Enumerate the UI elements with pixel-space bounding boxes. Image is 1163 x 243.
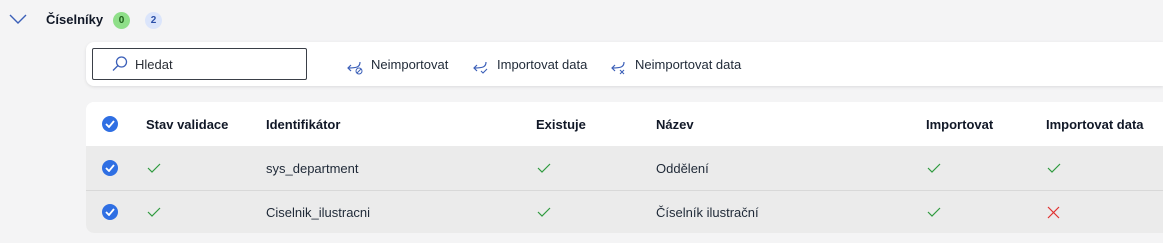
import-check-icon[interactable] xyxy=(927,163,941,173)
table-row[interactable]: Ciselnik_ilustracni Číselník ilustrační xyxy=(86,191,1163,233)
import-data-cross-icon[interactable] xyxy=(1047,206,1060,219)
import-data-label: Importovat data xyxy=(497,56,588,72)
import-data-button[interactable]: Importovat data xyxy=(471,54,587,74)
table-header-row: Stav validace Identifikátor Existuje Náz… xyxy=(86,102,1163,146)
data-table: Stav validace Identifikátor Existuje Náz… xyxy=(86,102,1163,233)
column-header-exists[interactable]: Existuje xyxy=(536,102,586,146)
skip-import-icon xyxy=(347,61,363,75)
toolbar: Neimportovat Importovat data Neimportova… xyxy=(86,42,1163,86)
exists-check-icon xyxy=(537,207,551,217)
row-checkbox[interactable] xyxy=(102,160,118,176)
check-icon xyxy=(105,208,115,216)
search-icon xyxy=(112,56,128,71)
validation-ok-icon xyxy=(147,163,161,173)
import-data-check-icon[interactable] xyxy=(1047,163,1061,173)
column-header-import[interactable]: Importovat xyxy=(926,102,993,146)
skip-import-data-icon xyxy=(611,61,625,75)
column-header-name[interactable]: Název xyxy=(656,102,694,146)
skip-import-data-button[interactable]: Neimportovat data xyxy=(609,54,742,75)
table-row[interactable]: sys_department Oddělení xyxy=(86,146,1163,191)
row-checkbox[interactable] xyxy=(102,204,118,220)
column-header-validation[interactable]: Stav validace xyxy=(146,102,228,146)
cell-name: Číselník ilustrační xyxy=(656,204,759,220)
import-data-icon xyxy=(473,61,488,74)
section-title: Číselníky xyxy=(46,12,104,27)
select-all-checkbox[interactable] xyxy=(102,116,118,132)
cell-identifier: Ciselnik_ilustracni xyxy=(266,204,371,220)
check-icon xyxy=(105,120,115,128)
section-header: Číselníky 0 2 xyxy=(0,0,1163,40)
import-check-icon[interactable] xyxy=(927,207,941,217)
validation-ok-icon xyxy=(147,207,161,217)
column-header-import-data[interactable]: Importovat data xyxy=(1046,102,1144,146)
cell-name: Oddělení xyxy=(656,160,709,176)
skip-import-data-label: Neimportovat data xyxy=(635,56,742,72)
chevron-down-icon[interactable] xyxy=(9,13,27,25)
count-badge-blue: 2 xyxy=(145,12,162,29)
skip-import-label: Neimportovat xyxy=(371,56,449,72)
count-badge-green: 0 xyxy=(113,12,130,29)
cell-identifier: sys_department xyxy=(266,160,359,176)
skip-import-button[interactable]: Neimportovat xyxy=(345,54,449,75)
search-box[interactable] xyxy=(92,48,307,80)
column-header-identifier[interactable]: Identifikátor xyxy=(266,102,340,146)
exists-check-icon xyxy=(537,163,551,173)
search-input[interactable] xyxy=(133,53,297,75)
check-icon xyxy=(105,164,115,172)
